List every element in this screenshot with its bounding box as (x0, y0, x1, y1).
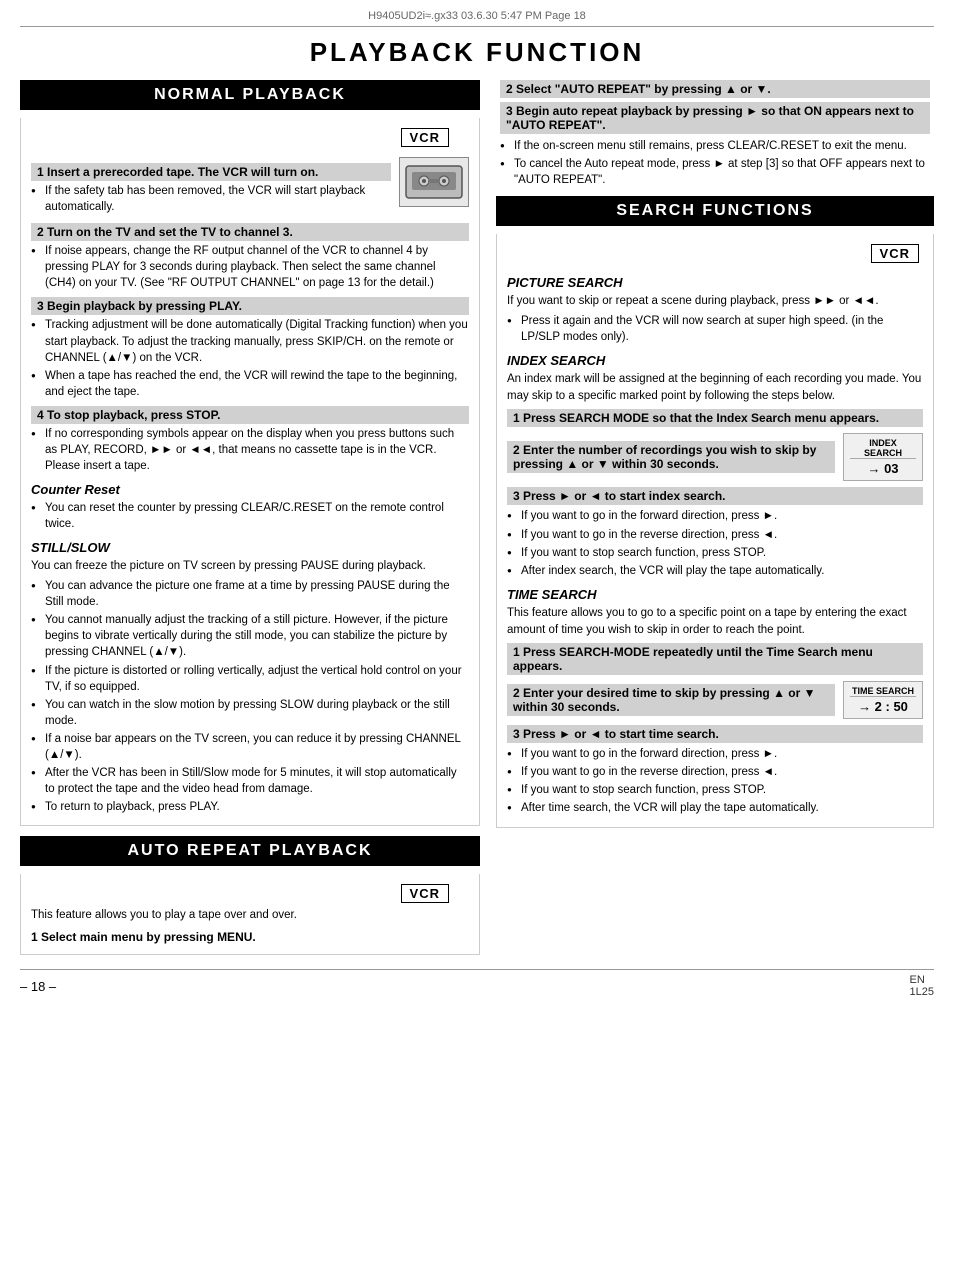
still-slow-bullet-item: If the picture is distorted or rolling v… (31, 663, 469, 695)
index-step1-header: 1 Press SEARCH MODE so that the Index Se… (507, 409, 923, 427)
index-step3-bullets: If you want to go in the forward directi… (507, 508, 923, 578)
footer-code: EN1L25 (910, 974, 934, 998)
time-bullet-item: After time search, the VCR will play the… (507, 800, 923, 816)
vcr-badge-search: VCR (871, 244, 919, 263)
main-content: NORMAL PLAYBACK VCR 1 Insert a prerecord… (20, 80, 934, 955)
search-functions-section: SEARCH FUNCTIONS (496, 196, 934, 226)
auto-repeat-continued: 2 Select "AUTO REPEAT" by pressing ▲ or … (496, 80, 934, 188)
time-step2-header: 2 Enter your desired time to skip by pre… (507, 684, 835, 716)
step2-header: 2 Turn on the TV and set the TV to chann… (31, 223, 469, 241)
page-footer: – 18 – EN1L25 (20, 969, 934, 998)
page-header: H9405UD2i≈.gx33 03.6.30 5:47 PM Page 18 (20, 10, 934, 27)
auto-repeat-title: AUTO REPEAT PLAYBACK (22, 838, 478, 864)
still-slow-bullets: You can advance the picture one frame at… (31, 578, 469, 815)
vcr-badge-wrap-search: VCR (507, 240, 923, 267)
still-slow-bullet-item: You can advance the picture one frame at… (31, 578, 469, 610)
search-functions-title: SEARCH FUNCTIONS (498, 198, 932, 224)
step3-header: 3 Begin playback by pressing PLAY. (31, 297, 469, 315)
time-step3-bullets: If you want to go in the forward directi… (507, 746, 923, 816)
auto-repeat-content: VCR This feature allows you to play a ta… (20, 874, 480, 955)
step1-row: 1 Insert a prerecorded tape. The VCR wil… (31, 157, 469, 217)
index-bullet-item: If you want to go in the forward directi… (507, 508, 923, 524)
time-step3-header: 3 Press ► or ◄ to start time search. (507, 725, 923, 743)
time-step2-text: 2 Enter your desired time to skip by pre… (507, 684, 835, 716)
index-search-box: INDEX SEARCH → 03 (843, 433, 923, 481)
time-step2-row: 2 Enter your desired time to skip by pre… (507, 681, 923, 719)
time-box-value: → 2 : 50 (850, 699, 916, 714)
time-bullet-item: If you want to stop search function, pre… (507, 782, 923, 798)
right-column: 2 Select "AUTO REPEAT" by pressing ▲ or … (496, 80, 934, 828)
index-search-title: INDEX SEARCH (507, 353, 923, 368)
time-search-title: TIME SEARCH (507, 587, 923, 602)
auto-step2-header: 2 Select "AUTO REPEAT" by pressing ▲ or … (500, 80, 930, 98)
still-slow-body: You can freeze the picture on TV screen … (31, 558, 469, 575)
still-slow-title: STILL/SLOW (31, 540, 469, 555)
normal-playback-content: VCR 1 Insert a prerecorded tape. The VCR… (20, 118, 480, 826)
vcr-badge-wrap-auto: VCR (31, 880, 469, 907)
index-search-body: An index mark will be assigned at the be… (507, 371, 923, 404)
vcr-badge-wrap-normal: VCR (31, 124, 469, 151)
index-bullet-item: After index search, the VCR will play th… (507, 563, 923, 579)
index-bullet-item: If you want to stop search function, pre… (507, 545, 923, 561)
normal-playback-section: NORMAL PLAYBACK (20, 80, 480, 110)
step4-bullet: If no corresponding symbols appear on th… (31, 426, 469, 474)
index-step2-text: 2 Enter the number of recordings you wis… (507, 441, 835, 473)
time-bullet-item: If you want to go in the reverse directi… (507, 764, 923, 780)
search-functions-content: VCR PICTURE SEARCH If you want to skip o… (496, 234, 934, 827)
step1-bullet: If the safety tab has been removed, the … (31, 183, 391, 215)
step1-text: 1 Insert a prerecorded tape. The VCR wil… (31, 157, 391, 217)
auto-step3-header: 3 Begin auto repeat playback by pressing… (500, 102, 930, 134)
auto-bullet2: To cancel the Auto repeat mode, press ► … (500, 156, 930, 188)
auto-step1-header: 1 Select main menu by pressing MENU. (31, 930, 469, 944)
still-slow-bullet-item: If a noise bar appears on the TV screen,… (31, 731, 469, 763)
index-step2-header: 2 Enter the number of recordings you wis… (507, 441, 835, 473)
footer-page-num: – 18 – (20, 979, 56, 994)
page-title: PLAYBACK FUNCTION (20, 37, 934, 68)
index-box-value: → 03 (850, 461, 916, 476)
index-step2-row: 2 Enter the number of recordings you wis… (507, 433, 923, 481)
still-slow-bullet-item: After the VCR has been in Still/Slow mod… (31, 765, 469, 797)
step1-header: 1 Insert a prerecorded tape. The VCR wil… (31, 163, 391, 181)
header-text: H9405UD2i≈.gx33 03.6.30 5:47 PM Page 18 (368, 10, 586, 22)
index-box-label: INDEX SEARCH (850, 438, 916, 459)
counter-reset-bullet: You can reset the counter by pressing CL… (31, 500, 469, 532)
still-slow-bullet-item: To return to playback, press PLAY. (31, 799, 469, 815)
time-step1-header: 1 Press SEARCH-MODE repeatedly until the… (507, 643, 923, 675)
left-column: NORMAL PLAYBACK VCR 1 Insert a prerecord… (20, 80, 480, 955)
still-slow-bullet-item: You cannot manually adjust the tracking … (31, 612, 469, 660)
still-slow-bullet-item: You can watch in the slow motion by pres… (31, 697, 469, 729)
vcr-badge-auto: VCR (401, 884, 449, 903)
time-box-label: TIME SEARCH (850, 686, 916, 697)
index-step3-header: 3 Press ► or ◄ to start index search. (507, 487, 923, 505)
picture-search-title: PICTURE SEARCH (507, 275, 923, 290)
time-search-box: TIME SEARCH → 2 : 50 (843, 681, 923, 719)
auto-repeat-intro: This feature allows you to play a tape o… (31, 907, 469, 924)
tape-svg (404, 162, 464, 202)
picture-search-body: If you want to skip or repeat a scene du… (507, 293, 923, 310)
normal-playback-title: NORMAL PLAYBACK (22, 82, 478, 108)
auto-bullet1: If the on-screen menu still remains, pre… (500, 138, 930, 154)
step3-bullet2: When a tape has reached the end, the VCR… (31, 368, 469, 400)
picture-search-bullet: Press it again and the VCR will now sear… (507, 313, 923, 345)
step4-header: 4 To stop playback, press STOP. (31, 406, 469, 424)
vcr-badge-normal: VCR (401, 128, 449, 147)
step2-bullet1: If noise appears, change the RF output c… (31, 243, 469, 291)
step3-bullet1: Tracking adjustment will be done automat… (31, 317, 469, 365)
auto-repeat-section: AUTO REPEAT PLAYBACK (20, 836, 480, 866)
tape-image (399, 157, 469, 207)
index-bullet-item: If you want to go in the reverse directi… (507, 527, 923, 543)
time-bullet-item: If you want to go in the forward directi… (507, 746, 923, 762)
time-search-body: This feature allows you to go to a speci… (507, 605, 923, 638)
counter-reset-title: Counter Reset (31, 482, 469, 497)
